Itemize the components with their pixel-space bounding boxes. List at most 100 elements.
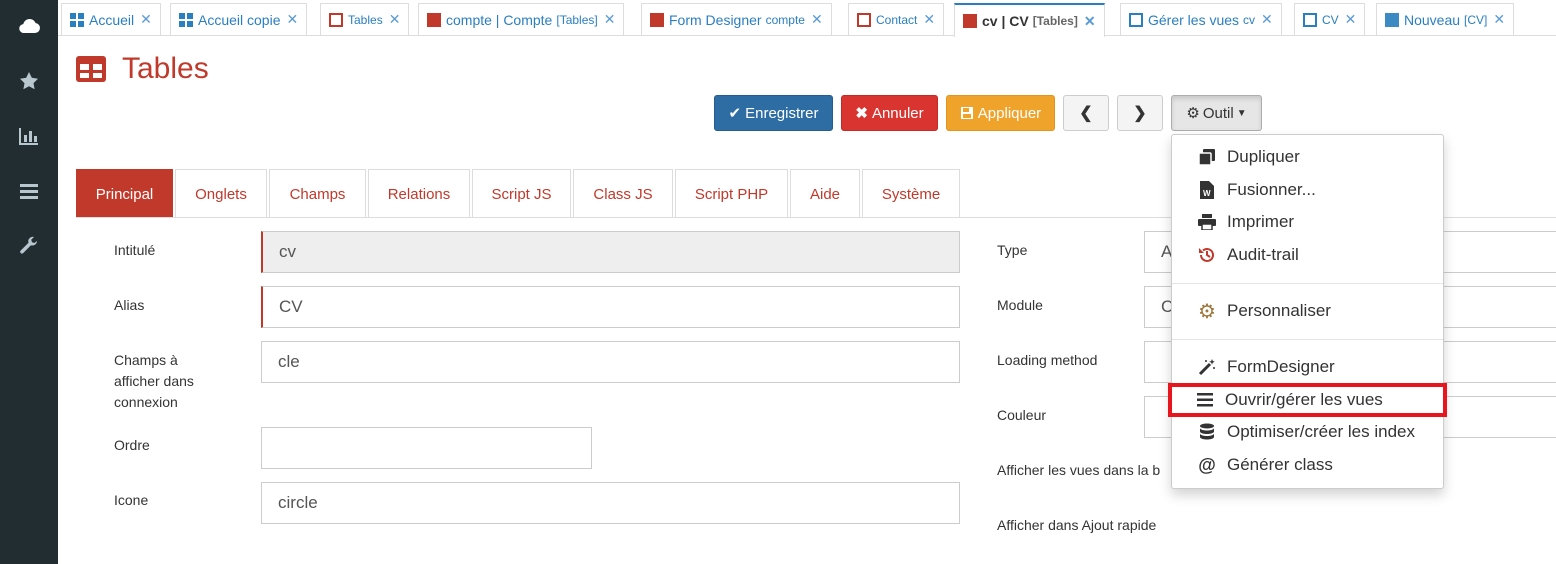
menu-item-label: FormDesigner — [1227, 357, 1335, 376]
tab-label: Système — [881, 185, 941, 203]
icone-label: Icone — [114, 492, 149, 508]
tab-label: Accueil copie — [198, 11, 281, 28]
menu-item-label: Audit-trail — [1227, 245, 1299, 264]
tab-script-js[interactable]: Script JS — [472, 169, 571, 218]
previous-button[interactable]: ❮ — [1063, 95, 1109, 131]
menu-item-label: Imprimer — [1227, 212, 1295, 231]
tab-label: Principal — [95, 185, 154, 203]
alias-field[interactable]: CV — [261, 286, 960, 328]
tab-relations[interactable]: Relations — [368, 169, 470, 218]
star-icon[interactable] — [0, 61, 58, 101]
grid-icon — [179, 12, 193, 27]
close-icon[interactable]: ✕ — [140, 11, 152, 28]
cog-icon: ⚙ — [1198, 300, 1216, 323]
close-icon[interactable]: ✕ — [1345, 11, 1357, 28]
page-title: Tables — [122, 52, 209, 85]
tab-principal[interactable]: Principal — [76, 169, 173, 218]
champs-label-line: afficher dans — [114, 373, 194, 389]
tab-systeme[interactable]: Système — [862, 169, 960, 218]
tab-label: cv | CV — [982, 13, 1029, 29]
table-icon — [650, 12, 664, 27]
word-file-icon: W — [1197, 180, 1217, 200]
tab-label: Contact — [876, 12, 918, 27]
menu-divider — [1172, 339, 1443, 340]
save-disk-icon — [960, 107, 973, 119]
icone-field[interactable]: circle — [261, 482, 960, 524]
tab-form-designer[interactable]: Form Designer compte ✕ — [641, 3, 832, 35]
tab-label: CV — [1322, 12, 1339, 27]
tab-accueil-copie[interactable]: Accueil copie ✕ — [170, 3, 308, 35]
grid-icon — [70, 12, 84, 27]
tab-label: Script PHP — [694, 185, 769, 203]
menu-item-optimiser-index[interactable]: Optimiser/créer les index — [1172, 417, 1443, 447]
champs-field[interactable]: cle — [261, 341, 960, 383]
tab-aide[interactable]: Aide — [790, 169, 860, 218]
tab-champs[interactable]: Champs — [269, 169, 366, 218]
tab-tables[interactable]: Tables ✕ — [320, 3, 410, 35]
tab-class-js[interactable]: Class JS — [573, 169, 673, 218]
close-icon[interactable]: ✕ — [1493, 11, 1505, 28]
menu-item-audit-trail[interactable]: Audit-trail — [1172, 240, 1443, 270]
close-icon[interactable]: ✕ — [604, 11, 616, 28]
chevron-right-icon: ❯ — [1133, 105, 1147, 122]
menu-item-imprimer[interactable]: Imprimer — [1172, 207, 1443, 237]
menu-item-ouvrir-gerer-vues[interactable]: Ouvrir/gérer les vues — [1168, 383, 1447, 417]
tool-dropdown-menu: Dupliquer W Fusionner... Imprimer Audit-… — [1168, 134, 1447, 489]
close-icon[interactable]: ✕ — [1261, 11, 1273, 28]
wrench-icon[interactable] — [0, 226, 58, 266]
tab-label: Script JS — [491, 185, 552, 203]
champs-label-line: Champs à — [114, 352, 178, 368]
tab-gerer-vues[interactable]: Gérer les vues cv ✕ — [1120, 3, 1282, 35]
tab-label: Champs — [289, 185, 346, 203]
database-icon — [1197, 422, 1217, 442]
tab-contact[interactable]: Contact ✕ — [848, 3, 945, 35]
cloud-icon[interactable] — [0, 6, 58, 46]
window-icon — [1303, 12, 1317, 27]
tab-label: compte | Compte — [446, 11, 553, 28]
caret-down-icon: ▼ — [1236, 107, 1247, 119]
table-icon — [76, 56, 106, 82]
close-icon[interactable]: ✕ — [811, 11, 823, 28]
close-icon[interactable]: ✕ — [389, 11, 401, 28]
tab-label: Aide — [809, 185, 841, 203]
close-icon[interactable]: ✕ — [923, 11, 935, 28]
check-icon: ✔ — [728, 105, 742, 122]
tab-cv[interactable]: CV ✕ — [1294, 3, 1366, 35]
tab-accueil[interactable]: Accueil ✕ — [61, 3, 161, 35]
tab-script-php[interactable]: Script PHP — [675, 169, 788, 218]
tab-sublabel: cv — [1243, 12, 1256, 27]
intitule-field[interactable]: cv — [261, 231, 960, 273]
loading-method-label: Loading method — [997, 352, 1098, 368]
tab-nouveau[interactable]: Nouveau [CV] ✕ — [1376, 3, 1515, 35]
menu-item-dupliquer[interactable]: Dupliquer — [1172, 142, 1443, 172]
tab-compte[interactable]: compte | Compte [Tables] ✕ — [418, 3, 625, 35]
bar-chart-icon[interactable] — [0, 116, 58, 156]
cancel-button[interactable]: ✖ Annuler — [841, 95, 938, 131]
menu-item-generer-class[interactable]: @ Générer class — [1172, 450, 1443, 480]
module-label: Module — [997, 297, 1043, 313]
champs-label-line: connexion — [114, 394, 178, 410]
print-icon — [1197, 212, 1217, 232]
close-icon[interactable]: ✕ — [1084, 13, 1096, 30]
apply-button[interactable]: Appliquer — [946, 95, 1055, 131]
couleur-label: Couleur — [997, 407, 1047, 423]
tab-label: Form Designer — [669, 11, 762, 28]
magic-wand-icon — [1197, 357, 1217, 377]
window-icon — [1129, 12, 1143, 27]
list-icon[interactable] — [0, 171, 58, 211]
tab-cv-active[interactable]: cv | CV [Tables] ✕ — [954, 3, 1105, 37]
save-label: Enregistrer — [745, 104, 819, 122]
left-rail — [0, 0, 58, 564]
tool-dropdown-button[interactable]: ⚙ Outil ▼ — [1171, 95, 1262, 131]
save-button[interactable]: ✔ Enregistrer — [714, 95, 833, 131]
menu-item-personnaliser[interactable]: ⚙ Personnaliser — [1172, 296, 1443, 326]
menu-item-fusionner[interactable]: W Fusionner... — [1172, 175, 1443, 205]
close-icon[interactable]: ✕ — [287, 11, 299, 28]
ordre-field[interactable] — [261, 427, 592, 469]
tab-onglets[interactable]: Onglets — [175, 169, 267, 218]
next-button[interactable]: ❯ — [1117, 95, 1163, 131]
tab-label: Accueil — [89, 11, 135, 28]
menu-item-formdesigner[interactable]: FormDesigner — [1172, 352, 1443, 382]
history-icon — [1197, 245, 1217, 265]
tab-label: Relations — [387, 185, 451, 203]
